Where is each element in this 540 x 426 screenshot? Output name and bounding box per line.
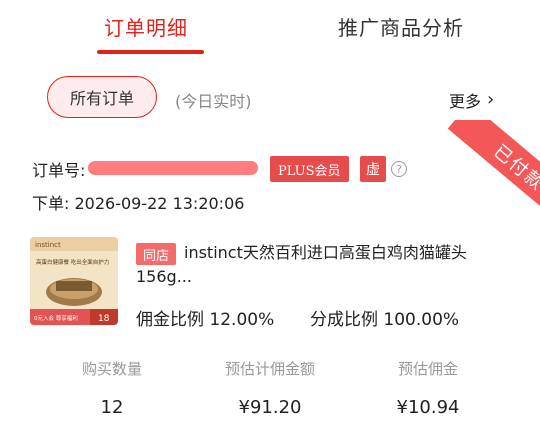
commission-rate: 佣金比例 12.00% — [136, 305, 274, 330]
stat-value: 12 — [100, 397, 124, 418]
status-ribbon-label: 已付款 — [447, 120, 540, 220]
product-title[interactable]: instinct天然百利进口高蛋白鸡肉猫罐头156g... — [136, 241, 516, 289]
more-button[interactable]: 更多 › — [449, 88, 494, 112]
tab-product-analysis[interactable]: 推广商品分析 — [338, 12, 464, 41]
order-number-label: 订单号: — [32, 161, 86, 180]
commission-value: 12.00% — [209, 310, 275, 330]
stat-label: 购买数量 — [81, 360, 142, 378]
thumb-promo: 高蛋白健康餐 吃出全面自护力 — [36, 258, 109, 266]
filter-row: 所有订单 (今日实时) 更多 › — [0, 76, 540, 120]
plus-member-badge: PLUS会员 — [270, 156, 349, 182]
active-tab-indicator — [97, 50, 204, 54]
product-image: instinct 高蛋白健康餐 吃出全面自护力 0元入会 尊享福利 18 — [30, 237, 118, 325]
placed-time: 下单: 2026-09-22 13:20:06 — [32, 190, 244, 214]
virtual-badge: 虚 — [360, 156, 386, 182]
placed-time-value: 2026-09-22 13:20:06 — [74, 194, 245, 213]
chevron-right-icon: › — [487, 89, 495, 110]
thumb-badge: 0元入会 尊享福利 — [34, 314, 78, 322]
more-label: 更多 — [449, 92, 482, 111]
stat-commission-base: 预估计佣金额 ¥91.20 — [210, 358, 330, 418]
tab-order-details[interactable]: 订单明细 — [104, 12, 188, 41]
redacted-order-number — [88, 161, 258, 175]
share-value: 100.00% — [383, 310, 460, 330]
stat-value: ¥10.94 — [396, 397, 460, 418]
stat-value: ¥91.20 — [238, 397, 302, 418]
stat-label: 预估佣金 — [397, 360, 458, 378]
stat-commission: 预估佣金 ¥10.94 — [386, 358, 470, 418]
help-icon[interactable]: ? — [391, 161, 407, 177]
order-stats: 购买数量 12 预估计佣金额 ¥91.20 预估佣金 ¥10.94 — [0, 358, 540, 418]
stat-label: 预估计佣金额 — [224, 360, 315, 378]
stat-quantity: 购买数量 12 — [70, 358, 154, 418]
all-orders-filter[interactable]: 所有订单 — [47, 76, 157, 118]
thumb-brand: instinct — [35, 241, 61, 249]
status-ribbon: 已付款 — [420, 120, 540, 220]
commission-label: 佣金比例 — [136, 310, 204, 330]
realtime-label: (今日实时) — [175, 92, 252, 111]
thumb-count: 18 — [98, 314, 110, 324]
product-card[interactable]: instinct 高蛋白健康餐 吃出全面自护力 0元入会 尊享福利 18 同店 … — [30, 237, 520, 333]
placed-label: 下单: — [32, 194, 70, 213]
tab-bar: 订单明细 推广商品分析 — [0, 0, 540, 56]
share-rate: 分成比例 100.00% — [310, 305, 459, 330]
share-label: 分成比例 — [310, 310, 378, 330]
product-thumbnail[interactable]: instinct 高蛋白健康餐 吃出全面自护力 0元入会 尊享福利 18 — [30, 237, 118, 325]
